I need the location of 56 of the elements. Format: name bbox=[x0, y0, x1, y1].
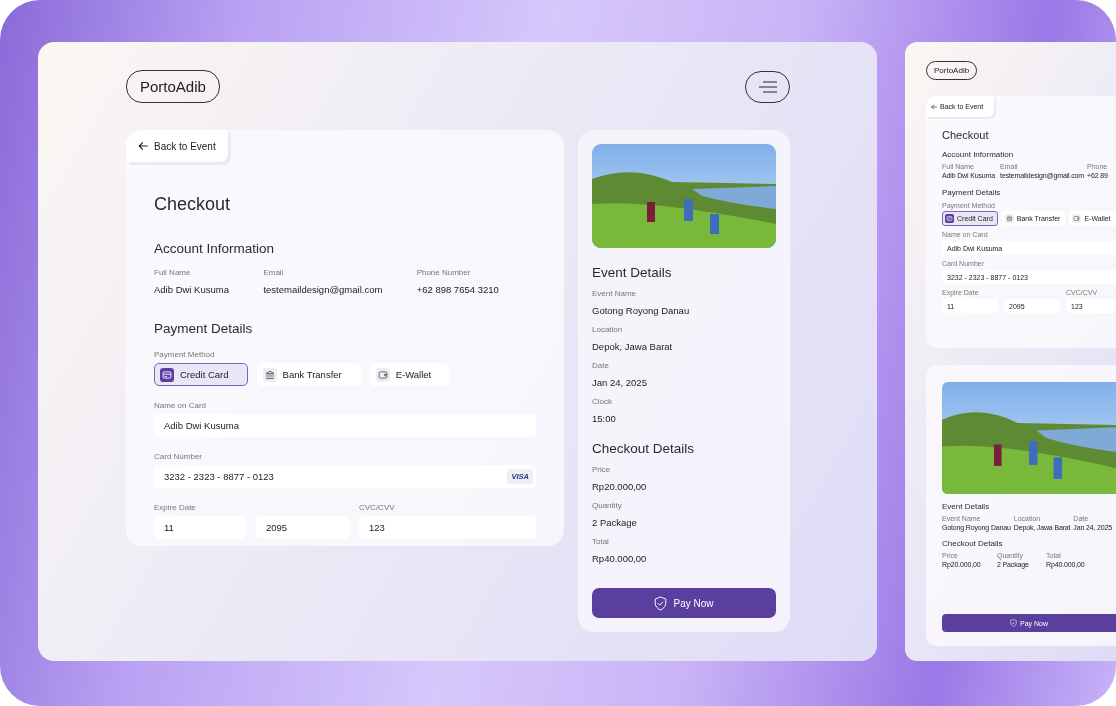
back-link[interactable]: Back to Event bbox=[126, 130, 228, 162]
arrow-left-icon bbox=[138, 141, 148, 151]
field-label: Date bbox=[592, 361, 610, 370]
field-label: Total bbox=[592, 537, 610, 546]
page-title: Checkout bbox=[154, 194, 232, 215]
section-heading: Event Details bbox=[942, 502, 991, 511]
field-value: testemaildesign@gmail.com bbox=[263, 284, 384, 295]
payment-method-option[interactable]: Bank Transfer bbox=[256, 363, 361, 386]
field-label: CVC/CVV bbox=[359, 503, 396, 512]
field-label: Location bbox=[592, 325, 624, 334]
input-field[interactable]: Adib Dwi Kusuma bbox=[154, 414, 536, 437]
section-heading: Account Information bbox=[942, 150, 1015, 159]
field-value: Adib Dwi Kusuma bbox=[154, 284, 230, 295]
field-label: Quantity bbox=[592, 501, 623, 510]
field-label: Payment Method bbox=[154, 350, 216, 359]
field-label: Email bbox=[263, 268, 285, 277]
field-label: Name on Card bbox=[154, 401, 208, 410]
credit-card-icon bbox=[945, 214, 954, 223]
pay-button[interactable]: Pay Now bbox=[592, 588, 776, 618]
payment-method-option[interactable]: Credit Card bbox=[154, 363, 248, 386]
bank-icon bbox=[262, 367, 277, 382]
field-value: 2 Package bbox=[592, 517, 638, 528]
arrow-left-icon bbox=[931, 103, 937, 110]
wallet-icon bbox=[375, 367, 390, 382]
section-heading: Checkout Details bbox=[942, 539, 1004, 548]
section-heading: Event Details bbox=[592, 265, 673, 280]
shield-check-icon bbox=[1010, 619, 1017, 627]
input-field[interactable]: 11 bbox=[154, 516, 247, 539]
section-heading: Account Information bbox=[154, 241, 276, 256]
bank-icon bbox=[1004, 214, 1014, 223]
brand-logo[interactable]: PortoAdib bbox=[126, 70, 220, 103]
field-label: Expire Date bbox=[154, 503, 197, 512]
field-value: Rp40.000,00 bbox=[592, 553, 648, 564]
shield-check-icon bbox=[654, 595, 668, 611]
section-heading: Payment Details bbox=[154, 321, 254, 336]
wallet-icon bbox=[1072, 214, 1082, 223]
section-heading: Checkout Details bbox=[592, 441, 696, 456]
page-title: Checkout bbox=[942, 129, 990, 141]
field-label: Price bbox=[592, 465, 612, 474]
section-heading: Payment Details bbox=[942, 188, 1002, 197]
field-label: Full Name bbox=[154, 268, 192, 277]
field-value: Gotong Royong Danau bbox=[592, 305, 691, 316]
input-field[interactable]: 2095 bbox=[256, 516, 350, 539]
field-value: 15:00 bbox=[592, 413, 617, 424]
field-label: Event Name bbox=[592, 289, 638, 298]
menu-icon bbox=[758, 80, 777, 93]
field-label: Card Number bbox=[154, 452, 203, 461]
field-label: Phone Number bbox=[416, 268, 472, 277]
field-label: Clock bbox=[592, 397, 613, 406]
field-value: +62 898 7654 3210 bbox=[416, 284, 500, 295]
field-value: Depok, Jawa Barat bbox=[592, 341, 674, 352]
credit-card-icon bbox=[160, 367, 174, 382]
payment-method-option[interactable]: E-Wallet bbox=[369, 363, 451, 386]
input-field[interactable]: 123 bbox=[359, 516, 536, 539]
field-value: Rp20.000,00 bbox=[592, 481, 648, 492]
field-value: Jan 24, 2025 bbox=[592, 377, 648, 388]
